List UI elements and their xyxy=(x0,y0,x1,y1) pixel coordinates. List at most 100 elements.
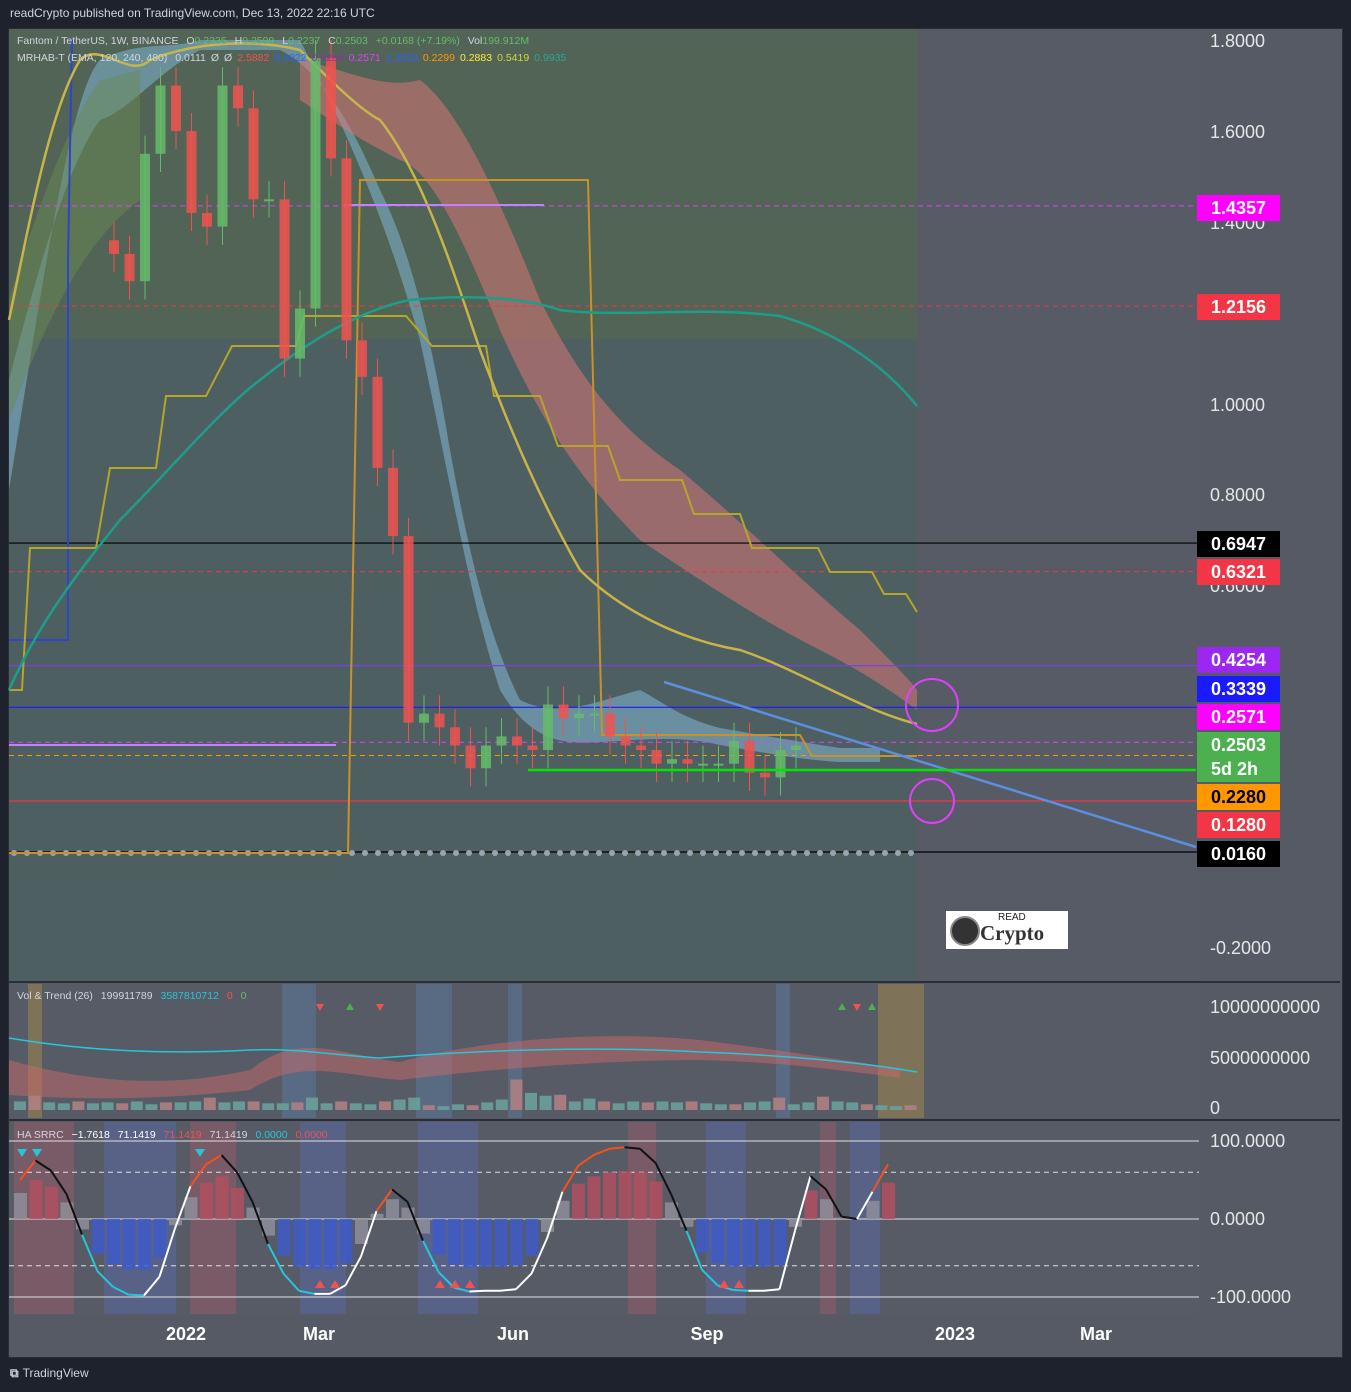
osc-bar xyxy=(386,1199,399,1219)
candle-body xyxy=(481,745,491,769)
readcrypto-watermark: READ Crypto xyxy=(946,911,1068,949)
volume-legend: Vol & Trend (26) 199911789 3587810712 0 … xyxy=(17,990,251,1002)
ha-legend-v5: 0.0000 xyxy=(255,1129,288,1141)
volume-bar xyxy=(233,1101,245,1110)
candle-body xyxy=(558,704,569,719)
volume-bar xyxy=(860,1104,873,1110)
candle-body xyxy=(760,772,770,778)
dot-marker xyxy=(518,850,524,856)
ha-legend-v2: 71.1419 xyxy=(117,1129,156,1141)
osc-bar xyxy=(324,1219,337,1269)
volume-bar xyxy=(641,1102,654,1110)
price-axis-tick: 1.0000 xyxy=(1210,395,1265,415)
price-tag-value: 0.1280 xyxy=(1211,815,1266,835)
volume-bar xyxy=(481,1102,494,1110)
legend-vol-label: Vol xyxy=(467,35,483,47)
candle-body xyxy=(341,158,352,341)
volume-bar xyxy=(627,1101,640,1110)
osc-bar xyxy=(448,1219,461,1265)
price-axis-tick: 0.8000 xyxy=(1210,485,1265,505)
osc-line-segment xyxy=(469,1289,486,1293)
price-tag-countdown: 5d 2h xyxy=(1211,759,1258,779)
candle-body xyxy=(729,740,739,764)
ha-legend-v3: 71.1419 xyxy=(163,1129,202,1141)
chart-canvas[interactable]: 1.80001.60001.40001.00000.80000.6000-0.2… xyxy=(0,0,1351,1392)
dot-marker xyxy=(375,850,381,856)
candle-body xyxy=(744,740,755,773)
volume-bar xyxy=(393,1099,406,1110)
dot-marker xyxy=(570,850,576,856)
volume-bar xyxy=(656,1101,669,1110)
dot-marker xyxy=(635,850,641,856)
osc-bar xyxy=(339,1219,353,1264)
candle-body xyxy=(450,727,460,746)
time-axis-tick: Jun xyxy=(497,1324,529,1344)
volume-bar xyxy=(72,1101,85,1110)
price-tag-value: 0.6947 xyxy=(1211,534,1266,554)
volume-bar xyxy=(875,1105,888,1110)
candle-body xyxy=(248,108,259,200)
dot-marker xyxy=(544,850,550,856)
dot-marker xyxy=(895,850,901,856)
volume-bar xyxy=(525,1092,537,1110)
osc-bar xyxy=(603,1172,616,1219)
candle-body xyxy=(419,713,429,723)
footer-brand-label: TradingView xyxy=(22,1366,89,1380)
volume-bar xyxy=(773,1097,786,1110)
osc-bar xyxy=(649,1181,663,1219)
volume-bar xyxy=(160,1102,172,1110)
volume-bar xyxy=(466,1105,479,1110)
volume-bar xyxy=(700,1103,713,1110)
volume-bar xyxy=(276,1103,289,1110)
price-tag: 0.4254 xyxy=(1197,647,1280,673)
candle-body xyxy=(171,85,181,132)
legend-close-label: C xyxy=(328,35,336,47)
time-axis-tick: 2023 xyxy=(935,1324,975,1344)
volume-bar xyxy=(203,1097,216,1110)
tradingview-logo-icon: ⧉ xyxy=(10,1366,19,1380)
price-tag: 0.0160 xyxy=(1197,841,1280,867)
dot-marker xyxy=(856,850,862,856)
candle-body xyxy=(527,745,538,751)
mrhab-value: Ø xyxy=(224,52,233,64)
candle-body xyxy=(543,704,553,751)
dot-marker xyxy=(427,850,433,856)
dot-marker xyxy=(713,850,719,856)
osc-bar xyxy=(370,1213,384,1219)
dot-marker xyxy=(739,850,745,856)
osc-bar xyxy=(773,1219,787,1266)
price-tag: 0.6947 xyxy=(1197,531,1280,557)
volume-bar xyxy=(612,1103,625,1110)
ha-legend-v4: 71.1419 xyxy=(209,1129,248,1141)
volume-bar xyxy=(145,1104,158,1110)
dot-marker xyxy=(453,850,459,856)
osc-bar xyxy=(91,1219,105,1254)
volume-bar xyxy=(320,1103,333,1110)
vol-legend-name: Vol & Trend (26) xyxy=(17,990,93,1002)
dot-marker xyxy=(596,850,602,856)
ha-legend-name: HA SRRC xyxy=(17,1129,64,1141)
price-tag-value: 0.4254 xyxy=(1211,650,1266,670)
volume-bar xyxy=(174,1102,187,1110)
volume-bar xyxy=(57,1103,70,1110)
price-axis-tick: -0.2000 xyxy=(1210,938,1271,958)
candle-body xyxy=(310,58,321,309)
price-tag-value: 1.4357 xyxy=(1211,198,1266,218)
time-axis-tick: Mar xyxy=(303,1324,335,1344)
candle-body xyxy=(388,467,398,537)
candle-body xyxy=(791,745,801,751)
footer-brand[interactable]: ⧉ TradingView xyxy=(10,1366,89,1381)
price-tag-value: 0.6321 xyxy=(1211,562,1266,582)
dot-marker xyxy=(388,850,394,856)
osc-bar xyxy=(882,1182,895,1219)
watermark-logo-icon xyxy=(950,916,980,946)
dot-marker xyxy=(778,850,784,856)
dot-marker xyxy=(804,850,810,856)
main-legend: Fantom / TetherUS, 1W, BINANCE O0.2335 H… xyxy=(17,35,534,47)
osc-bar xyxy=(866,1200,880,1219)
volume-bar xyxy=(408,1097,421,1110)
dot-marker xyxy=(843,850,849,856)
candle-body xyxy=(589,713,600,716)
volume-bar xyxy=(744,1102,756,1110)
osc-bar xyxy=(494,1219,508,1267)
